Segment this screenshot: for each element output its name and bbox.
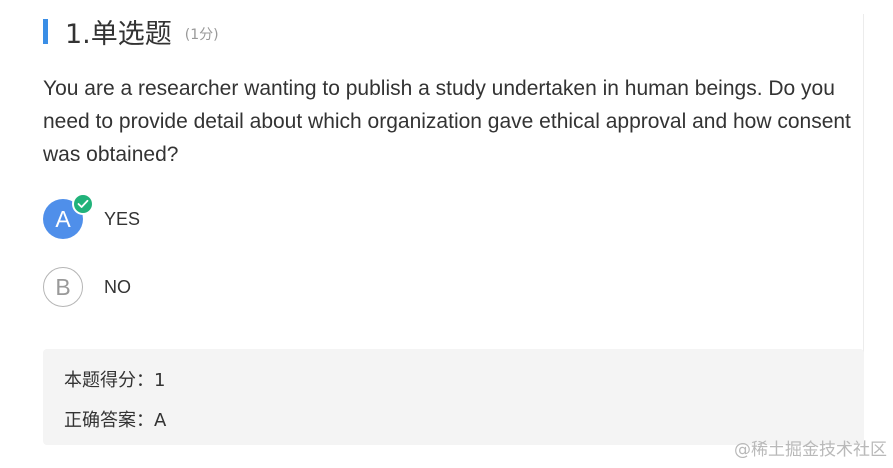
answer-panel: 本题得分：1 正确答案：A	[43, 349, 864, 445]
option-b[interactable]: B NO	[43, 267, 131, 307]
option-a-label: YES	[104, 208, 141, 229]
question-title: 1.单选题	[65, 18, 172, 50]
question-score: (1分)	[184, 27, 219, 43]
check-icon	[72, 193, 94, 215]
option-a-letter: A	[55, 205, 71, 232]
score-line: 本题得分：1	[64, 370, 166, 391]
watermark: @稀土掘金技术社区	[734, 440, 887, 460]
option-a[interactable]: A YES	[43, 193, 141, 239]
correct-answer-line: 正确答案：A	[64, 410, 167, 431]
option-b-circle[interactable]: B	[43, 267, 83, 307]
accent-bar	[43, 18, 48, 44]
option-b-label: NO	[104, 276, 131, 297]
option-a-circle[interactable]: A	[43, 193, 94, 239]
question-text: You are a researcher wanting to publish …	[43, 77, 851, 166]
question-header: 1.单选题 (1分)	[43, 14, 219, 50]
option-b-letter: B	[55, 273, 71, 300]
